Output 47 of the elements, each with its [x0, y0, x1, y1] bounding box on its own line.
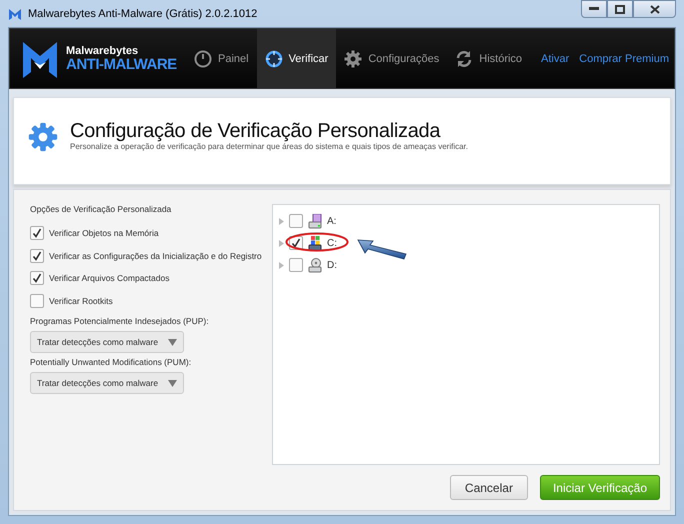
drive-label: A:	[327, 216, 336, 226]
cancel-button[interactable]: Cancelar	[450, 475, 528, 500]
maximize-icon	[615, 4, 625, 14]
pointer-arrow	[357, 238, 407, 260]
nav-tab[interactable]: Configurações	[336, 29, 448, 88]
floppy-drive-icon	[308, 214, 322, 228]
page-title: Configuração de Verificação Personalizada	[70, 120, 442, 142]
checkbox-label: Verificar Arquivos Compactados	[49, 273, 170, 284]
dropdown[interactable]: Tratar detecções como malware	[30, 331, 184, 353]
checkbox[interactable]	[30, 271, 44, 286]
target-icon	[264, 50, 283, 68]
maximize-button[interactable]	[607, 0, 633, 18]
app-icon	[8, 6, 22, 20]
drive-label: D:	[327, 260, 337, 270]
nav-tab[interactable]: Painel	[186, 29, 257, 88]
brand-name: Malwarebytes	[66, 46, 140, 56]
dropdown-label: Potentially Unwanted Modifications (PUM):	[30, 357, 192, 367]
header-link[interactable]: Ativar	[536, 29, 574, 88]
checkbox[interactable]	[289, 258, 303, 272]
nav-tab[interactable]: Verificar	[256, 29, 336, 88]
window-title: Malwarebytes Anti-Malware (Grátis) 2.0.2.1012	[28, 8, 258, 20]
optical-drive-icon	[308, 258, 322, 272]
dropdown-arrow-icon	[168, 338, 177, 346]
refresh-icon	[455, 50, 474, 68]
section-heading: Opções de Verificação Personalizada	[30, 204, 172, 214]
checkbox[interactable]	[30, 294, 44, 308]
checkbox-label: Verificar Objetos na Memória	[49, 228, 159, 238]
product-name: ANTI-MALWARE	[66, 56, 177, 72]
drive-label: C:	[327, 238, 337, 248]
page-subtitle: Personalize a operação de verificação para determinar que áreas do sistema e quais tipos de ameaças verificar.	[70, 142, 468, 151]
dropdown[interactable]: Tratar detecções como malware	[30, 372, 184, 394]
checkbox-label: Verificar as Configurações da Inicialização e do Registro	[49, 250, 262, 261]
settings-icon	[28, 122, 58, 152]
close-icon	[650, 4, 660, 14]
system-drive-icon	[308, 236, 322, 250]
header-link[interactable]: Comprar Premium	[574, 29, 674, 88]
minimize-icon	[589, 7, 599, 11]
dropdown-label: Programas Potencialmente Indesejados (PUP):	[30, 316, 210, 326]
checkbox[interactable]	[30, 248, 44, 263]
nav-tab[interactable]: Histórico	[447, 29, 530, 88]
minimize-button[interactable]	[581, 0, 607, 18]
checkbox-label: Verificar Rootkits	[49, 296, 113, 306]
checkbox[interactable]	[30, 226, 44, 240]
checkbox[interactable]	[289, 214, 303, 228]
gauge-icon	[194, 50, 212, 68]
close-button[interactable]	[633, 0, 676, 18]
dropdown-arrow-icon	[168, 380, 177, 386]
